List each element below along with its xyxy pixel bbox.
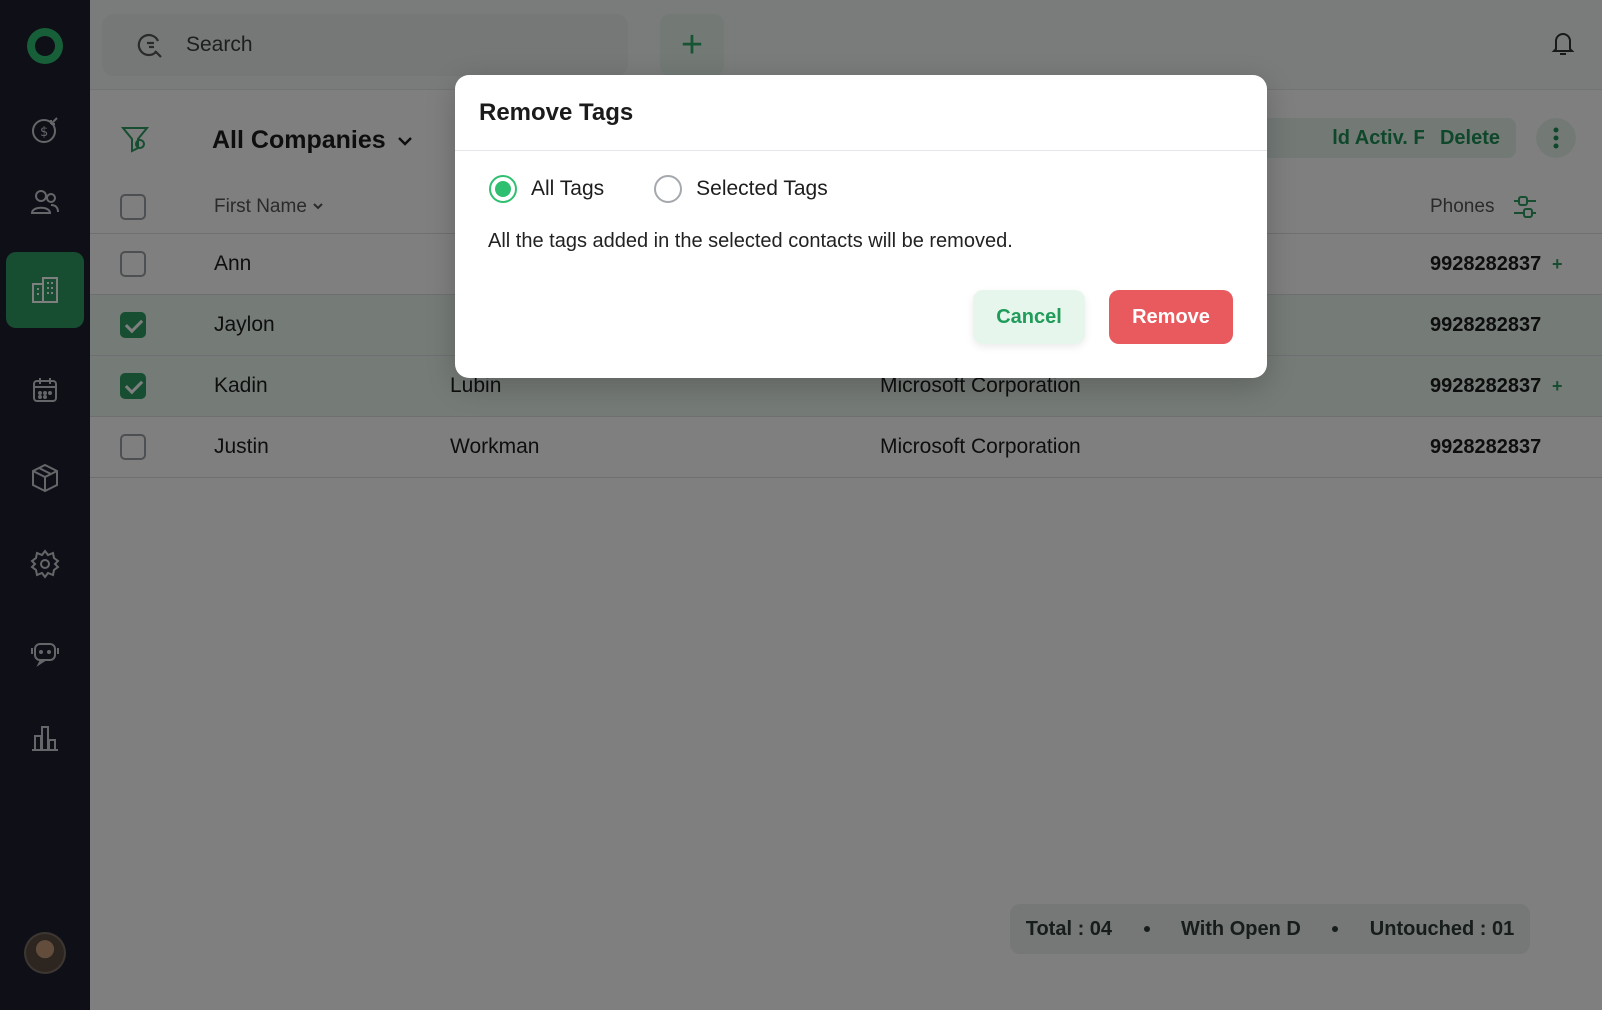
- remove-tags-dialog: Remove Tags All Tags Selected Tags All t…: [455, 75, 1267, 378]
- option-all-tags-label: All Tags: [531, 177, 605, 200]
- dialog-message: All the tags added in the selected conta…: [488, 230, 1013, 252]
- dialog-title: Remove Tags: [455, 75, 1267, 151]
- option-selected-tags-label: Selected Tags: [696, 177, 828, 200]
- dialog-actions: Cancel Remove: [973, 290, 1233, 344]
- option-selected-tags[interactable]: Selected Tags: [654, 175, 828, 203]
- radio-all-tags[interactable]: [489, 175, 517, 203]
- tag-scope-radio-group: All Tags Selected Tags: [489, 175, 828, 203]
- cancel-button[interactable]: Cancel: [973, 290, 1085, 344]
- option-all-tags[interactable]: All Tags: [489, 175, 604, 203]
- radio-selected-tags[interactable]: [654, 175, 683, 203]
- remove-button[interactable]: Remove: [1109, 290, 1233, 344]
